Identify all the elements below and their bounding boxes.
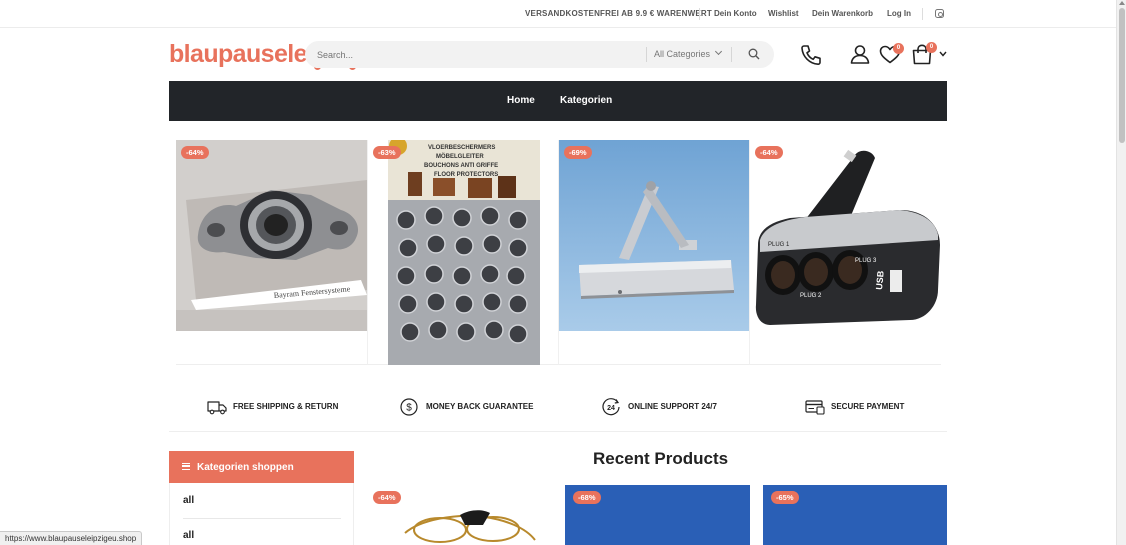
product-card[interactable]: -65% [763,485,947,545]
product-image[interactable] [559,140,750,331]
user-icon[interactable] [850,44,870,64]
product-card[interactable]: USB PLUG 1 PLUG 3 PLUG 2 -64% [749,140,942,365]
shipping-promo: VERSANDKOSTENFREI AB 9.9 € WARENWERT [525,9,712,18]
divider [183,518,341,519]
svg-text:FLOOR PROTECTORS: FLOOR PROTECTORS [434,172,498,178]
product-image[interactable]: VLOERBESCHERMERS MÖBELGLEITER BOUCHONS A… [388,140,540,365]
sale-badge: -68% [573,491,601,504]
svg-text:MÖBELGLEITER: MÖBELGLEITER [436,153,484,160]
sale-badge: -64% [181,146,209,159]
product-image[interactable]: USB PLUG 1 PLUG 3 PLUG 2 [750,140,942,331]
sale-badge: -63% [373,146,401,159]
sale-badge: -64% [755,146,783,159]
cart-link[interactable]: Dein Warenkorb [812,9,873,18]
account-link[interactable]: Dein Konto [714,9,757,18]
wishlist-link[interactable]: Wishlist [768,9,799,18]
wishlist-count-badge: 0 [893,43,904,54]
search-input[interactable] [317,47,637,62]
divider [922,8,923,20]
product-card[interactable]: VLOERBESCHERMERS MÖBELGLEITER BOUCHONS A… [367,140,558,365]
cart-count-badge: 0 [926,42,937,53]
sidebar-header[interactable]: Kategorien shoppen [169,451,354,483]
chevron-down-icon[interactable] [939,51,947,57]
sale-badge: -65% [771,491,799,504]
sidebar-title: Kategorien shoppen [197,462,294,473]
sale-badge: -64% [373,491,401,504]
support-24-icon: 24 [602,398,620,416]
product-card[interactable]: Bayram Fenstersysteme -64% [176,140,367,365]
credit-card-icon [805,400,825,415]
product-card[interactable]: -64% [365,485,552,545]
top-bar: VERSANDKOSTENFREI AB 9.9 € WARENWERT Dei… [0,0,1116,28]
login-link[interactable]: Log In [887,9,911,18]
feature-label: FREE SHIPPING & RETURN [233,402,339,411]
nav-kategorien[interactable]: Kategorien [560,95,612,106]
divider [646,47,647,62]
phone-icon[interactable] [800,44,822,66]
sale-badge: -69% [564,146,592,159]
truck-icon [207,401,227,415]
search-bar: All Categories [305,41,774,68]
svg-text:VLOERBESCHERMERS: VLOERBESCHERMERS [428,145,495,151]
scroll-up-icon[interactable] [1119,1,1125,5]
browser-status-url: https://www.blaupauseleipzigeu.shop [0,531,143,545]
product-image[interactable]: Bayram Fenstersysteme [176,140,367,331]
section-title: Recent Products [593,449,729,468]
search-icon[interactable] [748,48,760,60]
sidebar-item-all[interactable]: all [183,530,194,541]
svg-text:BOUCHONS ANTI GRIFFE: BOUCHONS ANTI GRIFFE [424,163,498,169]
sidebar-item-all[interactable]: all [183,495,194,506]
scrollbar-thumb[interactable] [1119,8,1125,143]
product-row: Bayram Fenstersysteme -64% VLOERBESCHERM… [176,140,942,365]
divider [731,47,732,62]
site-logo[interactable]: blaupauseleipzig [169,40,306,72]
hamburger-icon [182,463,190,470]
chevron-down-icon [714,47,723,56]
category-select[interactable]: All Categories [654,49,710,59]
svg-text:USB: USB [874,270,886,290]
product-card[interactable]: -69% [558,140,750,365]
feature-label: SECURE PAYMENT [831,402,905,411]
features-bar: FREE SHIPPING & RETURN $ MONEY BACK GUAR… [169,390,947,432]
dollar-coin-icon: $ [400,398,418,416]
nav-home[interactable]: Home [507,95,535,106]
product-card[interactable]: -68% [565,485,750,545]
main-nav: Home Kategorien [169,81,947,121]
divider [699,8,700,20]
svg-text:$: $ [406,403,412,414]
page: VERSANDKOSTENFREI AB 9.9 € WARENWERT Dei… [0,0,1126,545]
svg-text:24: 24 [607,405,615,412]
sidebar-categories: all all [169,483,354,545]
instagram-icon[interactable] [935,9,944,18]
svg-text:PLUG 1: PLUG 1 [768,242,790,248]
feature-label: MONEY BACK GUARANTEE [426,402,534,411]
svg-text:PLUG 3: PLUG 3 [855,258,877,264]
svg-text:PLUG 2: PLUG 2 [800,293,822,299]
feature-label: ONLINE SUPPORT 24/7 [628,402,717,411]
scrollbar[interactable] [1116,0,1126,545]
